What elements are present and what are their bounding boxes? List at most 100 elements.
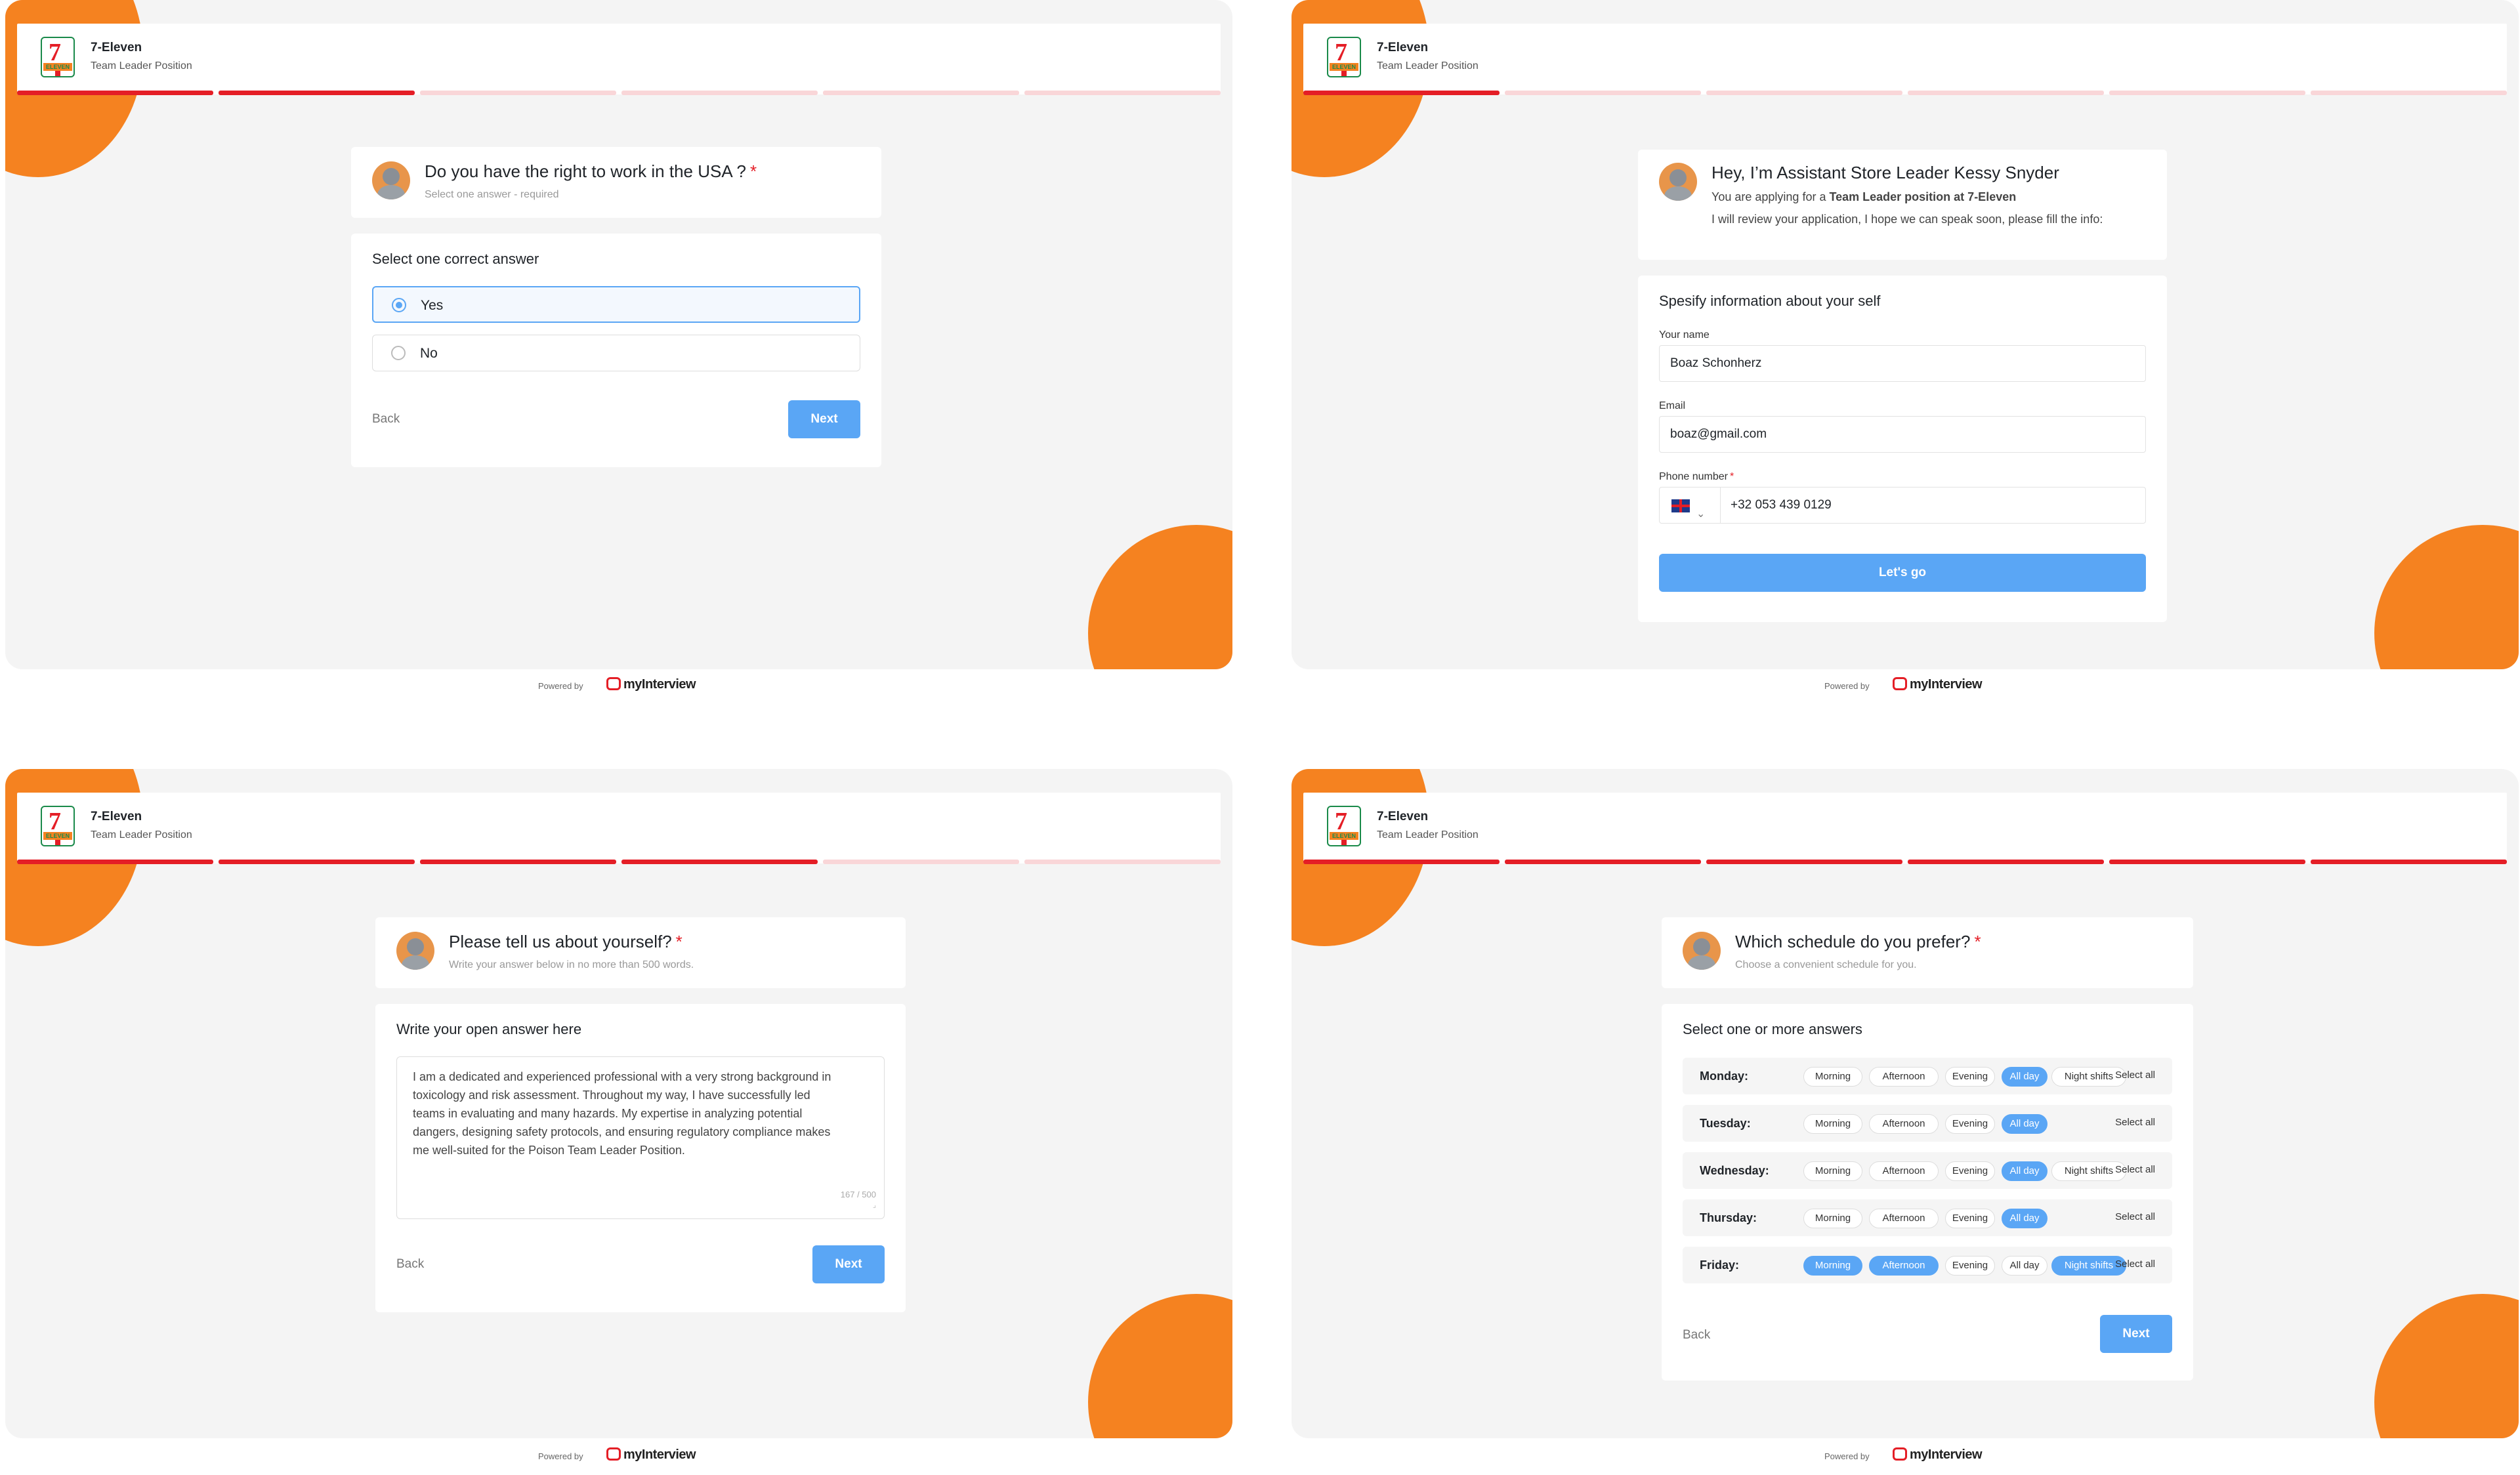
next-button[interactable]: Next — [788, 400, 860, 438]
progress-segment — [1024, 860, 1221, 864]
option-yes[interactable]: Yes — [372, 286, 860, 323]
schedule-option-pill[interactable]: Evening — [1945, 1209, 1995, 1228]
day-label: Wednesday: — [1700, 1164, 1769, 1177]
progress-segment — [2109, 91, 2305, 95]
schedule-option-pill[interactable]: Afternoon — [1869, 1209, 1939, 1228]
myinterview-logo[interactable]: myInterview — [1893, 677, 1983, 692]
back-link[interactable]: Back — [396, 1257, 424, 1272]
schedule-option-pill[interactable]: Evening — [1945, 1067, 1995, 1087]
avatar — [1659, 163, 1697, 201]
progress-segment — [1706, 860, 1902, 864]
schedule-option-pill[interactable]: All day — [2002, 1067, 2048, 1087]
powered-by-label: Powered by — [1824, 681, 1870, 691]
name-field[interactable]: Boaz Schonherz — [1659, 345, 2146, 382]
powered-by-label: Powered by — [538, 681, 583, 691]
uk-flag-icon[interactable] — [1671, 499, 1690, 512]
progress-segment — [219, 91, 415, 95]
question-subtitle: Write your answer below in no more than … — [449, 959, 694, 970]
position-title: Team Leader Position — [91, 829, 192, 841]
select-all-link[interactable]: Select all — [2115, 1117, 2155, 1128]
email-field[interactable]: boaz@gmail.com — [1659, 416, 2146, 453]
schedule-option-pill[interactable]: Morning — [1803, 1256, 1862, 1276]
progress-segment — [2311, 91, 2507, 95]
phone-label: Phone number * — [1659, 471, 1734, 482]
radio-unchecked-icon — [391, 346, 406, 360]
schedule-option-pill[interactable]: Afternoon — [1869, 1256, 1939, 1276]
schedule-option-pill[interactable]: Morning — [1803, 1209, 1862, 1228]
schedule-option-pill[interactable]: All day — [2002, 1161, 2048, 1181]
schedule-row: Monday: Morning Afternoon Evening All day Nig… — [1683, 1058, 2172, 1094]
schedule-option-pill[interactable]: All day — [2002, 1114, 2048, 1134]
avatar — [396, 932, 434, 970]
question-subtitle: Choose a convenient schedule for you. — [1735, 959, 1917, 970]
answer-textarea[interactable]: I am a dedicated and experienced profess… — [396, 1056, 885, 1219]
header: 7 ELEVEN 7-Eleven Team Leader Position — [17, 24, 1221, 94]
myinterview-logo[interactable]: myInterview — [1893, 1447, 1983, 1463]
myinterview-logo[interactable]: myInterview — [606, 1447, 696, 1463]
decorative-blob — [2374, 525, 2519, 669]
progress-segment — [2311, 860, 2507, 864]
day-label: Monday: — [1700, 1070, 1748, 1083]
decorative-blob — [1088, 525, 1232, 669]
header: 7 ELEVEN 7-Eleven Team Leader Position — [1303, 24, 2507, 94]
progress-segment — [420, 91, 616, 95]
next-button[interactable]: Next — [812, 1245, 885, 1283]
schedule-row: Wednesday: Morning Afternoon Evening All day… — [1683, 1152, 2172, 1189]
schedule-option-pill[interactable]: Afternoon — [1869, 1067, 1939, 1087]
progress-segment — [1505, 860, 1701, 864]
select-all-link[interactable]: Select all — [2115, 1258, 2155, 1270]
option-label: No — [420, 346, 438, 361]
intro-card: Hey, I’m Assistant Store Leader Kessy Sn… — [1638, 150, 2167, 260]
question-card: Please tell us about yourself? * Write yo… — [375, 917, 906, 988]
section-title: Write your open answer here — [396, 1021, 582, 1037]
progress-segment — [823, 91, 1019, 95]
intro-line-1: You are applying for a Team Leader posit… — [1712, 190, 2017, 203]
section-title: Select one correct answer — [372, 251, 539, 267]
intro-title: Hey, I’m Assistant Store Leader Kessy Sn… — [1712, 163, 2059, 182]
decorative-blob — [1088, 1294, 1232, 1438]
question-title: Which schedule do you prefer? * — [1735, 932, 1981, 951]
schedule-option-pill[interactable]: Evening — [1945, 1256, 1995, 1276]
screen-intro-info: 7 ELEVEN 7-Eleven Team Leader Position He… — [1292, 0, 2519, 669]
myinterview-logo[interactable]: myInterview — [606, 677, 696, 692]
intro-line-2: I will review your application, I hope w… — [1712, 213, 2103, 226]
schedule-option-pill[interactable]: Morning — [1803, 1114, 1862, 1134]
answer-card: Write your open answer here I am a dedic… — [375, 1004, 906, 1312]
schedule-option-pill[interactable]: Afternoon — [1869, 1161, 1939, 1181]
day-label: Friday: — [1700, 1258, 1740, 1272]
select-all-link[interactable]: Select all — [2115, 1164, 2155, 1175]
schedule-option-pill[interactable]: Afternoon — [1869, 1114, 1939, 1134]
avatar — [372, 161, 410, 199]
schedule-option-pill[interactable]: All day — [2002, 1209, 2048, 1228]
option-label: Yes — [421, 298, 444, 313]
brand-name: 7-Eleven — [91, 810, 142, 823]
schedule-option-pill[interactable]: Evening — [1945, 1114, 1995, 1134]
schedule-option-pill[interactable]: Evening — [1945, 1161, 1995, 1181]
progress-segment — [17, 860, 213, 864]
schedule-option-pill[interactable]: Morning — [1803, 1161, 1862, 1181]
resize-handle-icon[interactable]: ⌟ — [873, 1196, 876, 1215]
section-title: Select one or more answers — [1683, 1021, 1862, 1037]
option-no[interactable]: No — [372, 335, 860, 371]
phone-field[interactable]: ⌄ +32 053 439 0129 — [1659, 487, 2146, 524]
progress-segment — [219, 860, 415, 864]
back-link[interactable]: Back — [372, 412, 400, 426]
progress-segment — [17, 91, 213, 95]
schedule-card: Select one or more answers Monday: Mornin… — [1662, 1004, 2193, 1381]
brand-name: 7-Eleven — [1377, 41, 1429, 54]
schedule-row: Thursday: Morning Afternoon Evening All day S… — [1683, 1199, 2172, 1236]
schedule-option-pill[interactable]: Morning — [1803, 1067, 1862, 1087]
header: 7 ELEVEN 7-Eleven Team Leader Position — [1303, 793, 2507, 863]
next-button[interactable]: Next — [2100, 1315, 2172, 1353]
answer-card: Select one correct answer Yes No Back Ne… — [351, 234, 881, 467]
progress-segment — [621, 91, 818, 95]
progress-segment — [1505, 91, 1701, 95]
back-link[interactable]: Back — [1683, 1328, 1710, 1342]
chevron-down-icon[interactable]: ⌄ — [1696, 497, 1705, 532]
select-all-link[interactable]: Select all — [2115, 1070, 2155, 1081]
lets-go-button[interactable]: Let's go — [1659, 554, 2146, 592]
radio-checked-icon — [392, 298, 406, 312]
screen-about-yourself: 7 ELEVEN 7-Eleven Team Leader Position Pl… — [5, 769, 1232, 1438]
schedule-option-pill[interactable]: All day — [2002, 1256, 2048, 1276]
select-all-link[interactable]: Select all — [2115, 1211, 2155, 1222]
